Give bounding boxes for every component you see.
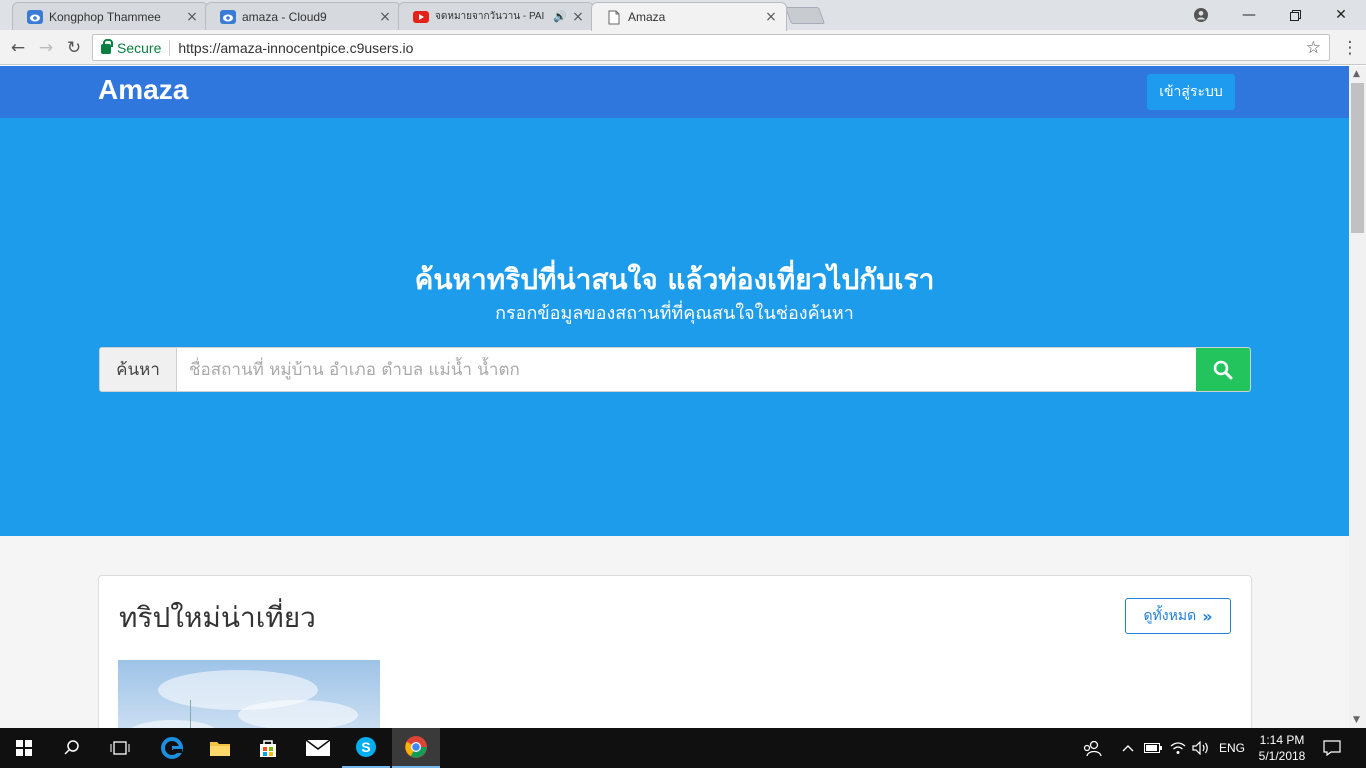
bookmark-star-icon[interactable]: ☆ bbox=[1306, 38, 1321, 58]
hero-subtitle: กรอกข้อมูลของสถานที่ที่คุณสนใจในช่องค้นห… bbox=[495, 303, 854, 324]
tab-title: Amaza bbox=[628, 10, 666, 24]
divider bbox=[169, 39, 171, 56]
section-title: ทริปใหม่น่าเที่ยว bbox=[119, 601, 316, 634]
back-arrow-icon[interactable]: ← bbox=[6, 36, 30, 60]
youtube-icon bbox=[413, 9, 429, 25]
search-icon bbox=[1213, 360, 1233, 379]
clock[interactable]: 1:14 PM 5/1/2018 bbox=[1252, 732, 1312, 764]
tab-title: amaza - Cloud9 bbox=[242, 9, 327, 24]
forward-arrow-icon[interactable]: → bbox=[34, 36, 58, 60]
search-addon-label: ค้นหา bbox=[100, 348, 177, 391]
site-logo[interactable]: Amaza bbox=[98, 74, 188, 106]
login-button[interactable]: เข้าสู่ระบบ bbox=[1147, 74, 1235, 110]
see-all-button[interactable]: ดูทั้งหมด » bbox=[1125, 598, 1231, 634]
scroll-down-icon[interactable]: ▼ bbox=[1353, 715, 1360, 725]
account-icon[interactable] bbox=[1178, 0, 1224, 30]
secure-label: Secure bbox=[117, 39, 162, 56]
site-navbar: Amaza เข้าสู่ระบบ bbox=[0, 66, 1349, 118]
speaker-icon[interactable]: 🔊 bbox=[553, 10, 567, 23]
cloud9-icon bbox=[27, 9, 43, 25]
page-viewport: Amaza เข้าสู่ระบบ ค้นหาทริปที่น่าสนใจ แล… bbox=[0, 66, 1349, 728]
skype-icon[interactable]: S bbox=[342, 728, 390, 768]
close-icon[interactable]: × bbox=[571, 9, 585, 25]
page-scrollbar[interactable]: ▲ ▼ bbox=[1349, 66, 1366, 728]
secure-indicator[interactable]: Secure bbox=[101, 38, 162, 56]
language-indicator[interactable]: ENG bbox=[1219, 728, 1245, 768]
reload-icon[interactable]: ↻ bbox=[62, 36, 86, 60]
tab-title: Kongphop Thammee bbox=[49, 9, 161, 24]
svg-text:S: S bbox=[361, 739, 370, 755]
browser-tab-strip: Kongphop Thammee × amaza - Cloud9 × จดหม… bbox=[0, 0, 1366, 31]
search-button[interactable] bbox=[1196, 348, 1250, 391]
battery-icon[interactable] bbox=[1144, 728, 1162, 768]
page-icon bbox=[606, 9, 622, 25]
chevron-up-icon[interactable] bbox=[1122, 728, 1134, 768]
tab-amaza[interactable]: Amaza × bbox=[591, 2, 787, 31]
notification-icon[interactable] bbox=[1323, 728, 1341, 768]
scrollbar-thumb[interactable] bbox=[1351, 83, 1364, 233]
close-icon[interactable]: × bbox=[378, 9, 392, 25]
minimize-button[interactable]: — bbox=[1226, 0, 1272, 30]
cloud9-icon bbox=[220, 9, 236, 25]
chrome-icon[interactable] bbox=[392, 728, 440, 768]
hero-section: ค้นหาทริปที่น่าสนใจ แล้วท่องเที่ยวไปกับเ… bbox=[0, 118, 1349, 536]
see-all-label: ดูทั้งหมด bbox=[1143, 608, 1197, 624]
search-icon[interactable] bbox=[48, 728, 96, 768]
scroll-up-icon[interactable]: ▲ bbox=[1353, 69, 1360, 79]
hero-title: ค้นหาทริปที่น่าสนใจ แล้วท่องเที่ยวไปกับเ… bbox=[414, 263, 935, 296]
url-text: https://amaza-innocentpice.c9users.io bbox=[178, 39, 414, 56]
clock-date: 5/1/2018 bbox=[1258, 749, 1306, 763]
edge-icon[interactable] bbox=[148, 728, 196, 768]
address-bar[interactable]: Secure https://amaza-innocentpice.c9user… bbox=[92, 34, 1330, 61]
trip-thumbnail[interactable] bbox=[118, 660, 380, 728]
double-chevron-right-icon: » bbox=[1202, 606, 1213, 626]
people-icon[interactable] bbox=[1082, 728, 1102, 768]
file-explorer-icon[interactable] bbox=[196, 728, 244, 768]
tab-youtube[interactable]: จดหมายจากวันวาน - PAI 🔊 × bbox=[398, 2, 594, 30]
menu-icon[interactable]: ⋮ bbox=[1338, 36, 1362, 60]
windows-taskbar: S ENG 1:14 PM 5/1/2018 bbox=[0, 728, 1366, 768]
search-group: ค้นหา bbox=[99, 347, 1251, 392]
windows-start-icon[interactable] bbox=[0, 728, 48, 768]
volume-icon[interactable] bbox=[1192, 728, 1210, 768]
browser-toolbar: ← → ↻ Secure https://amaza-innocentpice.… bbox=[0, 30, 1366, 65]
wifi-icon[interactable] bbox=[1170, 728, 1186, 768]
lock-icon bbox=[101, 38, 113, 54]
tab-kongphop[interactable]: Kongphop Thammee × bbox=[12, 2, 208, 30]
new-tab-button[interactable] bbox=[784, 7, 826, 24]
store-icon[interactable] bbox=[244, 728, 292, 768]
mail-icon[interactable] bbox=[294, 728, 342, 768]
clock-time: 1:14 PM bbox=[1259, 733, 1305, 747]
tab-cloud9[interactable]: amaza - Cloud9 × bbox=[205, 2, 401, 30]
close-window-button[interactable]: ✕ bbox=[1318, 0, 1364, 30]
close-icon[interactable]: × bbox=[185, 9, 199, 25]
task-view-icon[interactable] bbox=[96, 728, 144, 768]
new-trips-card: ทริปใหม่น่าเที่ยว ดูทั้งหมด » bbox=[98, 575, 1252, 728]
search-input[interactable] bbox=[177, 348, 1196, 391]
close-icon[interactable]: × bbox=[764, 9, 778, 25]
tab-title: จดหมายจากวันวาน - PAI bbox=[435, 11, 545, 22]
restore-button[interactable] bbox=[1272, 0, 1318, 30]
